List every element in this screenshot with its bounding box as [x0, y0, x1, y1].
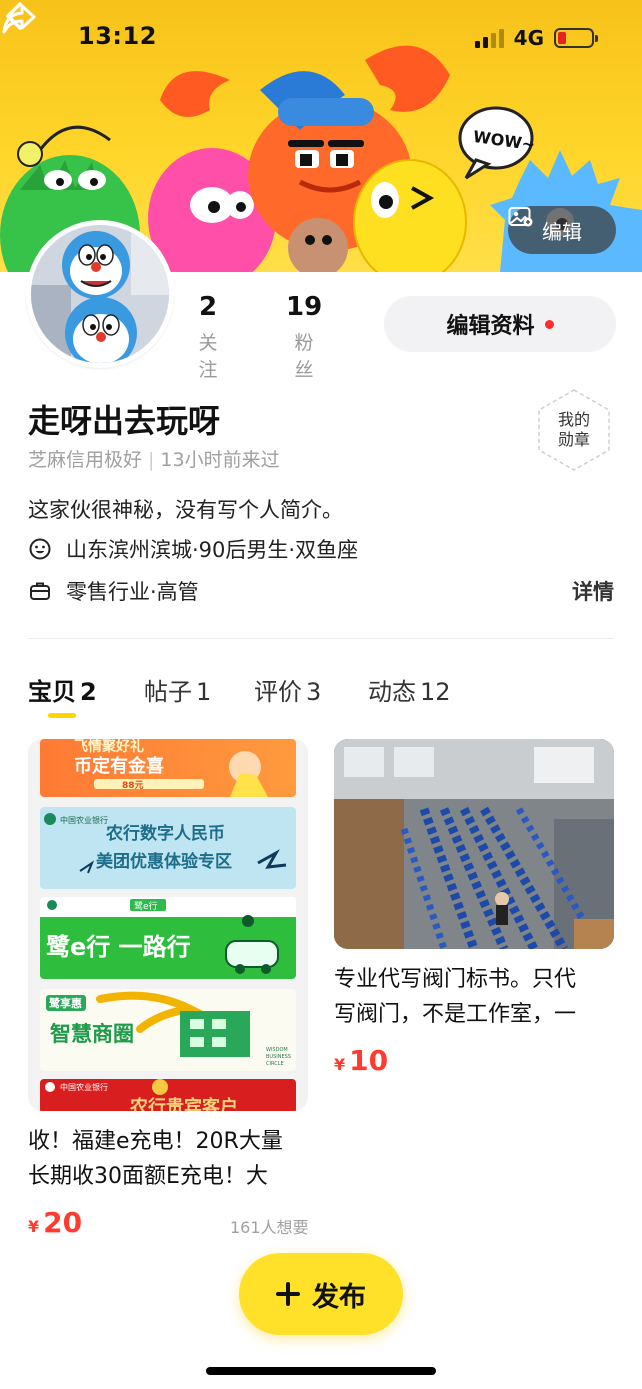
edit-cover-label: 编辑 [542, 219, 582, 244]
followers-stat[interactable]: 19 粉丝 [286, 292, 322, 382]
promo-strip-4-en1: WISDOM [266, 1047, 288, 1053]
promo-strip-4-art: 鹭享惠 智慧商圈 WISDOM BUSINESS CIRCLE [46, 991, 291, 1067]
battery-level [558, 32, 566, 44]
promo-strip-1-title: 币定有金喜 [74, 755, 164, 777]
promo-strip-1-small: 88元 [122, 780, 144, 791]
promo-strip-5: 中国农业银行 农行贵宾客户 [40, 1079, 296, 1111]
location-info: 山东滨州滨城·90后男生·双鱼座 [66, 538, 359, 562]
publish-button[interactable]: 发布 [239, 1253, 403, 1335]
briefcase-icon [30, 582, 50, 600]
avatar[interactable] [26, 220, 174, 368]
publish-label: 发布 [312, 1281, 366, 1313]
divider [28, 638, 614, 639]
tab-activity-label: 动态 [368, 678, 416, 706]
signal-icon [474, 28, 504, 48]
item-card-2-price: ¥10 [334, 1044, 388, 1077]
job-info: 零售行业·高管 [66, 580, 199, 604]
promo-strip-5-bank: 中国农业银行 [60, 1082, 108, 1092]
smiley-icon [29, 538, 51, 560]
promo-strip-1-top: 飞情聚好礼 [74, 739, 144, 755]
following-label: 关注 [198, 332, 218, 381]
tab-activity-count: 12 [420, 678, 451, 706]
notification-dot [544, 319, 554, 329]
item-card-1-price-value: 20 [43, 1206, 83, 1239]
credit-rating[interactable]: 芝麻信用极好 [28, 449, 142, 471]
tab-items[interactable]: 宝贝 2 [28, 672, 97, 707]
promo-strip-4-title: 智慧商圈 [50, 1022, 134, 1046]
credit-line: 芝麻信用极好 | 13小时前来过 [28, 449, 280, 471]
my-badges-button[interactable]: 我的 勋章 [536, 388, 612, 472]
tab-indicator [48, 713, 76, 718]
currency-symbol: ¥ [28, 1217, 40, 1236]
tab-items-count: 2 [80, 678, 97, 706]
promo-strip-4-logo: 鹭享惠 [49, 996, 82, 1010]
tab-posts-label: 帖子 [144, 678, 192, 706]
edit-profile-button[interactable]: 编辑资料 [384, 296, 616, 352]
promo-strip-4-en2: BUSINESS [266, 1054, 291, 1060]
tab-items-label: 宝贝 [28, 678, 76, 706]
image-edit-icon [508, 207, 533, 227]
followers-label: 粉丝 [294, 332, 314, 381]
status-time: 13:12 [78, 22, 157, 50]
promo-strip-4-en3: CIRCLE [266, 1061, 284, 1067]
promo-strip-2-bank: 中国农业银行 [60, 815, 108, 825]
battery-icon [554, 28, 598, 48]
edit-cover-button[interactable]: 编辑 [508, 206, 616, 254]
share-icon[interactable] [0, 0, 38, 38]
plus-icon [276, 1282, 300, 1306]
promo-strip-3: 鹭e行 鹭e行 一路行 [40, 897, 296, 979]
item-card-1-wants: 161人想要 [230, 1218, 309, 1237]
item-card-2-image[interactable] [334, 739, 614, 949]
tab-activity[interactable]: 动态 12 [368, 672, 451, 707]
avatar-image [31, 225, 169, 363]
details-link[interactable]: 详情 [572, 576, 614, 606]
promo-strip-2: 中国农业银行 农行数字人民币 美团优惠体验专区 [40, 807, 296, 889]
promo-strip-3-art: 鹭e行 鹭e行 一路行 [40, 897, 296, 979]
item-card-2-title[interactable]: 专业代写阀门标书。只代 写阀门，不是工作室，一 [334, 962, 576, 1032]
following-stat[interactable]: 2 关注 [196, 292, 220, 382]
factory-photo [334, 739, 614, 949]
tab-reviews-label: 评价 [254, 678, 302, 706]
item-card-1-title-line2: 长期收30面额E充电！大 [28, 1164, 268, 1189]
promo-strip-3-small: 鹭e行 [134, 900, 158, 912]
item-card-1-image[interactable]: 飞情聚好礼 币定有金喜 88元 中国农业银行 农行数字人民币 美团优惠体验专区 … [28, 739, 308, 1111]
tab-posts[interactable]: 帖子 1 [144, 672, 211, 707]
following-count: 2 [198, 292, 218, 322]
promo-strip-2-title: 农行数字人民币 [105, 823, 225, 844]
promo-strip-4: 鹭享惠 智慧商圈 WISDOM BUSINESS CIRCLE [40, 989, 296, 1071]
location-info-row: 山东滨州滨城·90后男生·双鱼座 [28, 534, 358, 564]
promo-strip-2-subtitle: 美团优惠体验专区 [96, 851, 232, 872]
promo-strip-3-title: 鹭e行 一路行 [46, 933, 191, 961]
job-info-row: 零售行业·高管 [28, 576, 199, 606]
status-icons: 4G [474, 26, 598, 50]
item-card-1-title-line1: 收！福建e充电！20R大量 [28, 1129, 283, 1154]
badge-label-line2: 勋章 [557, 430, 590, 449]
bio: 这家伙很神秘，没有写个人简介。 [28, 498, 343, 522]
tab-reviews-count: 3 [306, 678, 322, 706]
item-card-2-title-line2: 写阀门，不是工作室，一 [334, 1002, 577, 1027]
promo-strip-5-art: 中国农业银行 农行贵宾客户 [45, 1079, 238, 1111]
followers-count: 19 [286, 292, 323, 322]
promo-strip-5-title: 农行贵宾客户 [129, 1096, 238, 1111]
currency-symbol: ¥ [334, 1055, 346, 1074]
tab-posts-count: 1 [196, 678, 212, 706]
promo-strip-1: 飞情聚好礼 币定有金喜 88元 [40, 739, 296, 797]
promo-strip-1-art: 飞情聚好礼 币定有金喜 88元 [74, 739, 268, 797]
network-type: 4G [513, 26, 544, 50]
item-card-1-title[interactable]: 收！福建e充电！20R大量 长期收30面额E充电！大 [28, 1124, 283, 1194]
home-indicator[interactable] [206, 1367, 436, 1375]
item-card-1-price: ¥20 [28, 1206, 82, 1239]
edit-profile-label: 编辑资料 [446, 314, 535, 339]
promo-strip-2-art: 中国农业银行 农行数字人民币 美团优惠体验专区 [44, 813, 287, 874]
item-card-2-title-line1: 专业代写阀门标书。只代 [334, 967, 577, 992]
tab-reviews[interactable]: 评价 3 [254, 672, 321, 707]
item-card-2-price-value: 10 [349, 1044, 389, 1077]
badge-label-line1: 我的 [557, 410, 590, 429]
last-seen: 13小时前来过 [160, 449, 280, 471]
nickname: 走呀出去玩呀 [28, 402, 221, 440]
